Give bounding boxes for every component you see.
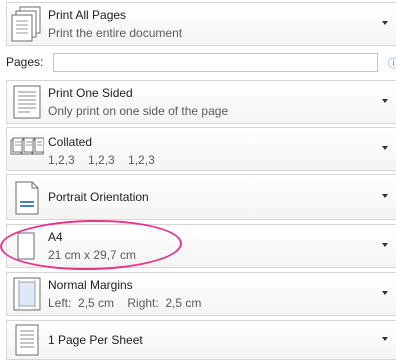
print-all-pages-icon: [10, 6, 44, 42]
sides-title: Print One Sided: [48, 86, 133, 100]
info-icon[interactable]: ⓘ: [388, 55, 396, 71]
paper-size-title: A4: [48, 230, 63, 244]
page-per-sheet-icon: [10, 323, 44, 359]
orientation-dropdown[interactable]: Portrait Orientation: [6, 174, 396, 220]
print-range-subtitle: Print the entire document: [48, 26, 183, 40]
sides-dropdown[interactable]: Print One Sided Only print on one side o…: [6, 80, 396, 124]
paper-size-subtitle: 21 cm x 29,7 cm: [48, 248, 137, 262]
margins-dropdown[interactable]: Normal Margins Left: 2,5 cm Right: 2,5 c…: [6, 272, 396, 316]
paper-size-icon: [10, 228, 44, 264]
collation-dropdown[interactable]: Collated 1,2,3 1,2,3 1,2,3: [6, 127, 396, 171]
margins-title: Normal Margins: [48, 278, 133, 292]
pages-label: Pages:: [6, 55, 44, 69]
chevron-down-icon: [382, 194, 388, 198]
collated-icon: [10, 131, 44, 167]
portrait-icon: [10, 180, 44, 216]
orientation-title: Portrait Orientation: [48, 190, 149, 204]
chevron-down-icon: [382, 21, 388, 25]
chevron-down-icon: [382, 146, 388, 150]
margins-icon: [10, 276, 44, 312]
chevron-down-icon: [382, 291, 388, 295]
pages-per-sheet-dropdown[interactable]: 1 Page Per Sheet: [6, 320, 396, 360]
print-settings-panel: Print All Pages Print the entire documen…: [0, 0, 396, 364]
one-sided-icon: [10, 84, 44, 120]
pages-input[interactable]: [53, 53, 378, 72]
pages-per-sheet-title: 1 Page Per Sheet: [48, 333, 143, 347]
chevron-down-icon: [382, 99, 388, 103]
sides-subtitle: Only print on one side of the page: [48, 104, 229, 118]
pages-row: Pages: ⓘ: [0, 52, 396, 74]
margins-subtitle: Left: 2,5 cm Right: 2,5 cm: [48, 296, 202, 310]
chevron-down-icon: [382, 337, 388, 341]
paper-size-dropdown[interactable]: A4 21 cm x 29,7 cm: [6, 224, 396, 268]
print-range-dropdown[interactable]: Print All Pages Print the entire documen…: [6, 2, 396, 46]
collation-title: Collated: [48, 135, 93, 149]
chevron-down-icon: [382, 243, 388, 247]
print-range-title: Print All Pages: [48, 8, 127, 22]
collation-subtitle: 1,2,3 1,2,3 1,2,3: [48, 153, 155, 167]
